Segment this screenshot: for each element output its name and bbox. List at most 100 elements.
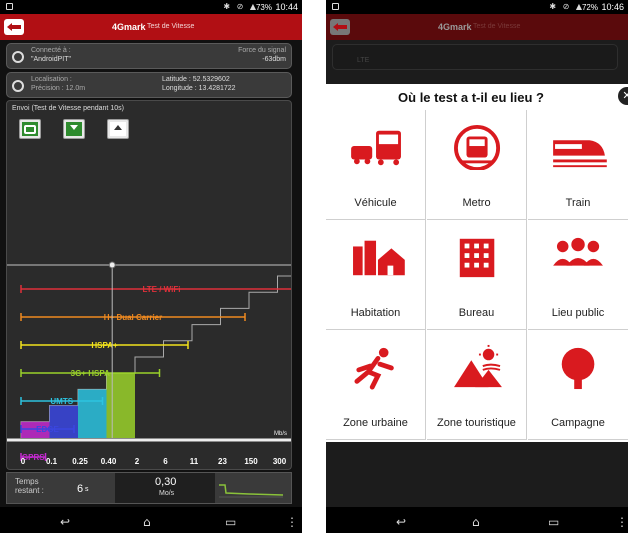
status-icons: ✱ ⊘ ▲ xyxy=(549,2,584,11)
signal-label: Force du signal xyxy=(238,47,286,54)
battery-level: 73% xyxy=(255,3,272,12)
latitude-value: Latitude : 52.5329602 xyxy=(162,76,230,83)
location-option-label: Bureau xyxy=(458,307,495,319)
dimmed-network-type: LTE xyxy=(357,57,370,64)
home-nav-icon[interactable]: ⌂ xyxy=(143,515,151,529)
time-remaining-value: 6 xyxy=(77,483,84,495)
tick-label: 0.1 xyxy=(46,457,58,466)
app-subtitle: Test de Vitesse xyxy=(147,23,195,30)
location-label: Localisation : xyxy=(31,76,72,83)
location-option-label: Lieu public xyxy=(551,307,605,319)
measured-marker-handle xyxy=(108,261,116,269)
signal-value: -63dbm xyxy=(262,56,286,63)
location-option-label: Zone urbaine xyxy=(343,417,408,429)
network-name: "AndroidPIT" xyxy=(31,56,71,63)
battery-level: 72% xyxy=(581,3,598,12)
status-icons: ✱ ⊘ ▲ xyxy=(223,2,258,11)
tick-label: 0 xyxy=(21,457,26,466)
tech-bar xyxy=(106,373,135,438)
location-option-label: Véhicule xyxy=(354,197,397,209)
location-option-label: Zone touristique xyxy=(437,417,516,429)
sync-button[interactable] xyxy=(19,119,41,139)
app-subtitle: Test de Vitesse xyxy=(473,23,521,30)
location-option-label: Campagne xyxy=(551,417,605,429)
speed-test-panel: Envoi (Test de Vitesse pendant 10s) LTE … xyxy=(6,100,292,470)
clock: 10:44 xyxy=(275,2,298,12)
location-option-lieu-public[interactable]: Lieu public xyxy=(528,220,628,330)
location-option-campagne[interactable]: Campagne xyxy=(528,330,628,440)
tick-label: 0.40 xyxy=(101,457,117,466)
tech-label: UMTS xyxy=(50,397,73,406)
tick-label: 11 xyxy=(190,457,199,466)
location-type-dialog: Où le test a t-il eu lieu ? ✕ Véhicule Me… xyxy=(326,84,628,442)
tick-label: 6 xyxy=(163,457,168,466)
speed-unit: Mo/s xyxy=(159,490,175,497)
tech-label: LTE / WiFi xyxy=(143,285,181,294)
location-option-metro[interactable]: Metro xyxy=(427,110,527,220)
recent-apps-icon[interactable]: ▭ xyxy=(225,515,236,529)
status-bar: ✱ ⊘ ▲ 72% 10:46 xyxy=(326,0,628,14)
location-option-habitation[interactable]: Habitation xyxy=(326,220,426,330)
notification-icon xyxy=(6,3,13,10)
tech-label: 3G+ HSPA xyxy=(71,369,110,378)
recent-apps-icon[interactable]: ▭ xyxy=(548,515,559,529)
system-nav-bar: ↩ ⌂ ▭ ⋮ xyxy=(326,507,628,533)
location-option-label: Metro xyxy=(462,197,491,209)
upload-icon xyxy=(110,122,126,136)
speed-sparkline xyxy=(219,484,283,498)
location-option-zone-touristique[interactable]: Zone touristique xyxy=(427,330,527,440)
system-nav-bar: ↩ ⌂ ▭ ⋮ xyxy=(0,507,302,533)
dialog-title: Où le test a t-il eu lieu ? xyxy=(398,90,544,105)
app-bar: 4Gmark Test de Vitesse xyxy=(0,14,302,40)
speed-value: 0,30 xyxy=(155,476,177,488)
tick-label: 23 xyxy=(218,457,227,466)
location-option-bureau[interactable]: Bureau xyxy=(427,220,527,330)
result-bar: Temps restant : 6 s 0,30 Mo/s xyxy=(6,472,292,504)
time-remaining-unit: s xyxy=(85,486,89,493)
longitude-value: Longitude : 13.4281722 xyxy=(162,85,236,92)
menu-icon[interactable]: ⋮ xyxy=(286,515,298,529)
tick-label: 0.25 xyxy=(72,457,88,466)
app-title: 4Gmark xyxy=(112,22,146,32)
speed-chart: LTE / WiFiH+ Dual CarrierHSPA+3G+ HSPAUM… xyxy=(7,261,291,466)
location-option-zone-urbaine[interactable]: Zone urbaine xyxy=(326,330,426,440)
upload-button[interactable] xyxy=(107,119,129,139)
status-bar: ✱ ⊘ ▲ 73% 10:44 xyxy=(0,0,302,14)
panel-header: Envoi (Test de Vitesse pendant 10s) xyxy=(12,105,124,112)
time-remaining-label: Temps restant : xyxy=(15,477,44,495)
back-nav-icon[interactable]: ↩ xyxy=(60,515,70,529)
tech-bar xyxy=(78,389,107,438)
satellite-icon xyxy=(12,80,24,92)
back-nav-icon[interactable]: ↩ xyxy=(396,515,406,529)
location-option-véhicule[interactable]: Véhicule xyxy=(326,110,426,220)
speed-readout: 0,30 Mo/s xyxy=(115,473,215,503)
connection-card: Connecté à : "AndroidPIT" Force du signa… xyxy=(6,43,292,69)
dimmed-connection-card: LTE xyxy=(332,44,618,70)
tech-label: GPRS xyxy=(22,453,45,462)
location-option-train[interactable]: Train xyxy=(528,110,628,220)
back-icon[interactable] xyxy=(4,19,24,35)
home-nav-icon[interactable]: ⌂ xyxy=(472,515,480,529)
tick-label: 2 xyxy=(135,457,140,466)
clock: 10:46 xyxy=(601,2,624,12)
close-icon[interactable]: ✕ xyxy=(618,87,628,105)
location-card: Localisation : Précision : 12.0m Latitud… xyxy=(6,72,292,98)
menu-icon[interactable]: ⋮ xyxy=(616,515,628,529)
tick-label: 150 xyxy=(244,457,258,466)
chart-unit-label: Mb/s xyxy=(274,431,287,437)
download-icon xyxy=(66,122,82,136)
sync-icon xyxy=(22,122,38,136)
precision-value: Précision : 12.0m xyxy=(31,85,86,92)
tick-label: 300 xyxy=(273,457,287,466)
app-bar-dimmed: 4Gmark Test de Vitesse xyxy=(326,14,628,40)
app-title: 4Gmark xyxy=(438,22,472,32)
back-icon xyxy=(330,19,350,35)
connection-label: Connecté à : xyxy=(31,47,71,54)
wifi-icon xyxy=(12,51,24,63)
notification-icon xyxy=(332,3,339,10)
location-options-grid: Véhicule Metro Train Habitation Bureau Lieu p… xyxy=(326,110,628,442)
tech-label: HSPA+ xyxy=(91,341,118,350)
download-button[interactable] xyxy=(63,119,85,139)
tech-label: EDGE xyxy=(36,425,59,434)
location-option-label: Train xyxy=(565,197,591,209)
